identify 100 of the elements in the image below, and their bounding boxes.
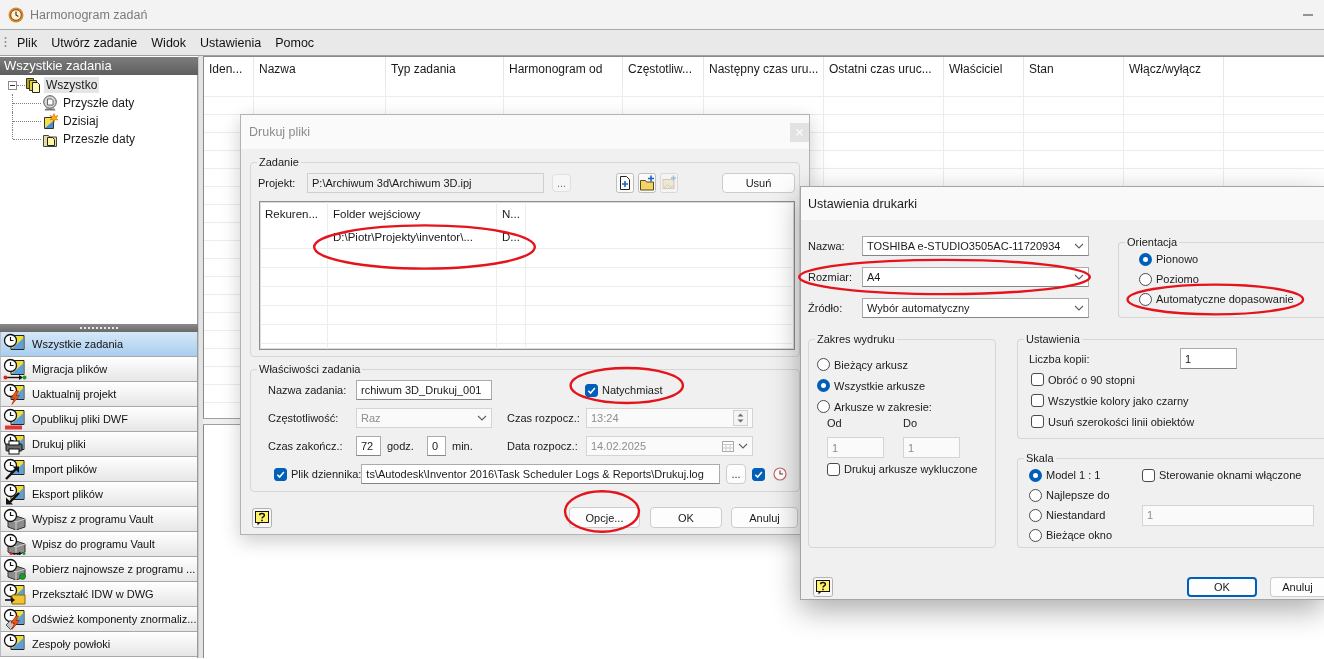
radio-icon[interactable] bbox=[1139, 292, 1152, 306]
print-range-radio[interactable]: Wszystkie arkusze bbox=[817, 379, 926, 392]
task-type-item[interactable]: Wpisz do programu Vault bbox=[0, 532, 197, 557]
checkbox-icon[interactable] bbox=[1142, 468, 1155, 482]
caret-icon[interactable] bbox=[1074, 305, 1084, 311]
checkbox-icon[interactable] bbox=[752, 467, 765, 481]
task-type-item[interactable]: Migracja plików bbox=[0, 357, 197, 382]
options-button[interactable]: Opcje... bbox=[569, 507, 640, 528]
minimize-icon[interactable] bbox=[1303, 13, 1313, 16]
checkbox-icon[interactable] bbox=[1031, 373, 1044, 386]
radio-icon[interactable] bbox=[1029, 488, 1042, 502]
scale-radio[interactable]: Bieżące okno bbox=[1029, 528, 1142, 542]
tree-item[interactable]: Przyszłe daty bbox=[61, 95, 137, 111]
ok-button[interactable]: OK bbox=[650, 507, 722, 528]
viewport-control-checkbox[interactable]: Sterowanie oknami włączone bbox=[1142, 468, 1318, 482]
task-type-item[interactable]: Uaktualnij projekt bbox=[0, 382, 197, 407]
menu-item[interactable]: Ustawienia bbox=[194, 31, 268, 54]
column-header[interactable]: Włącz/wyłącz bbox=[1124, 57, 1224, 81]
task-type-item[interactable]: Opublikuj pliki DWF bbox=[0, 407, 197, 432]
checkbox-icon[interactable] bbox=[827, 462, 840, 476]
checkbox-icon[interactable] bbox=[585, 383, 598, 397]
help-icon[interactable] bbox=[252, 507, 272, 528]
radio-icon[interactable] bbox=[817, 358, 830, 371]
document-plus-icon[interactable] bbox=[616, 173, 634, 193]
excluded-sheets-checkbox[interactable]: Drukuj arkusze wykluczone bbox=[827, 462, 978, 476]
grip-icon[interactable] bbox=[4, 35, 7, 50]
menu-item[interactable]: Plik bbox=[11, 31, 44, 54]
tree-item[interactable]: Dzisiaj bbox=[61, 113, 101, 129]
column-header[interactable]: Typ zadania bbox=[386, 57, 504, 81]
task-type-item[interactable]: Wszystkie zadania bbox=[0, 332, 197, 357]
cancel-button[interactable]: Anuluj bbox=[1270, 576, 1324, 597]
clock-box-arrow-icon bbox=[3, 533, 27, 555]
column-header[interactable]: Stan bbox=[1024, 57, 1124, 81]
column-header[interactable]: Następny czas uru... bbox=[704, 57, 824, 81]
radio-icon[interactable] bbox=[1139, 272, 1152, 286]
setting-checkbox[interactable]: Obróć o 90 stopni bbox=[1031, 373, 1135, 386]
column-header[interactable]: Iden... bbox=[204, 57, 254, 81]
task-type-item[interactable]: Wypisz z programu Vault bbox=[0, 507, 197, 532]
checkbox-icon[interactable] bbox=[1031, 394, 1044, 407]
hours-field[interactable]: 72 bbox=[356, 436, 381, 456]
checkbox-icon[interactable] bbox=[1031, 415, 1044, 428]
task-type-item[interactable]: Import plików bbox=[0, 457, 197, 482]
group-title: Skala bbox=[1025, 451, 1055, 465]
menu-item[interactable]: Utwórz zadanie bbox=[45, 31, 144, 54]
collapse-icon[interactable] bbox=[8, 80, 17, 90]
task-name-field[interactable]: rchiwum 3D_Drukuj_001 bbox=[356, 380, 492, 400]
task-type-item[interactable]: Eksport plików bbox=[0, 482, 197, 507]
browse-button[interactable]: ... bbox=[552, 174, 571, 192]
caret-icon[interactable] bbox=[1074, 243, 1084, 249]
radio-icon[interactable] bbox=[817, 379, 830, 392]
scale-radio[interactable]: Niestandard bbox=[1029, 508, 1142, 522]
clock-document-arrow-icon bbox=[3, 358, 27, 380]
ok-button[interactable]: OK bbox=[1187, 576, 1257, 597]
caret-icon[interactable] bbox=[1074, 274, 1084, 280]
copies-field[interactable]: 1 bbox=[1180, 348, 1237, 369]
minutes-field[interactable]: 0 bbox=[427, 436, 446, 456]
project-path-field[interactable]: P:\Archiwum 3d\Archiwum 3D.ipj bbox=[307, 173, 544, 193]
scale-radio[interactable]: Najlepsze do bbox=[1029, 488, 1142, 502]
column-header[interactable]: Właściciel bbox=[944, 57, 1024, 81]
checkbox-icon[interactable] bbox=[274, 467, 287, 481]
tree-item[interactable]: Wszystko bbox=[44, 77, 100, 93]
column-header[interactable]: Ostatni czas uruc... bbox=[824, 57, 944, 81]
task-type-item[interactable]: Zespoły powłoki bbox=[0, 632, 197, 657]
orientation-radio[interactable]: Poziomo bbox=[1139, 272, 1199, 286]
delete-button[interactable]: Usuń bbox=[722, 173, 795, 193]
print-range-radio[interactable]: Bieżący arkusz bbox=[817, 358, 908, 371]
radio-icon[interactable] bbox=[1029, 508, 1042, 522]
print-range-radio[interactable]: Arkusze w zakresie: bbox=[817, 400, 932, 413]
folder-plus-icon[interactable] bbox=[638, 173, 656, 193]
column-header[interactable]: Harmonogram od bbox=[504, 57, 623, 81]
clock-icon[interactable] bbox=[773, 467, 787, 481]
column-header[interactable]: Nazwa bbox=[254, 57, 386, 81]
menu-item[interactable]: Widok bbox=[145, 31, 193, 54]
task-type-item[interactable]: Drukuj pliki bbox=[0, 432, 197, 457]
splitter-handle[interactable] bbox=[0, 324, 198, 332]
cancel-button[interactable]: Anuluj bbox=[731, 507, 798, 528]
menu-item[interactable]: Pomoc bbox=[269, 31, 321, 54]
scale-radio[interactable]: Model 1 : 1 bbox=[1029, 468, 1142, 482]
radio-icon[interactable] bbox=[817, 400, 830, 413]
printer-name-dropdown[interactable]: TOSHIBA e-STUDIO3505AC-11720934 bbox=[862, 236, 1089, 256]
setting-checkbox[interactable]: Usuń szerokości linii obiektów bbox=[1031, 415, 1195, 428]
tree-item[interactable]: Przeszłe daty bbox=[61, 131, 138, 147]
setting-checkbox[interactable]: Wszystkie kolory jako czarny bbox=[1031, 394, 1189, 407]
column-header[interactable]: Rekuren... bbox=[260, 202, 328, 227]
orientation-radio[interactable]: Pionowo bbox=[1139, 252, 1199, 266]
log-file-checkbox[interactable]: Plik dziennika: bbox=[268, 467, 362, 481]
column-header[interactable]: Częstotliw... bbox=[623, 57, 704, 81]
task-type-item[interactable]: Pobierz najnowsze z programu ... bbox=[0, 557, 197, 582]
radio-icon[interactable] bbox=[1029, 528, 1042, 542]
paper-size-dropdown[interactable]: A4 bbox=[862, 267, 1089, 287]
column-header[interactable]: N... bbox=[497, 202, 526, 227]
help-icon[interactable] bbox=[813, 576, 833, 597]
task-type-item[interactable]: Odśwież komponenty znormaliz... bbox=[0, 607, 197, 632]
paper-source-dropdown[interactable]: Wybór automatyczny bbox=[862, 298, 1089, 318]
radio-icon[interactable] bbox=[1139, 252, 1152, 266]
task-type-item[interactable]: Przekształć IDW w DWG bbox=[0, 582, 197, 607]
radio-icon[interactable] bbox=[1029, 468, 1042, 482]
browse-button[interactable]: ... bbox=[726, 464, 746, 484]
log-file-field[interactable]: ts\Autodesk\Inventor 2016\Task Scheduler Logs & Reports\Drukuj.log bbox=[361, 464, 720, 484]
column-header[interactable]: Folder wejściowy bbox=[328, 202, 497, 227]
